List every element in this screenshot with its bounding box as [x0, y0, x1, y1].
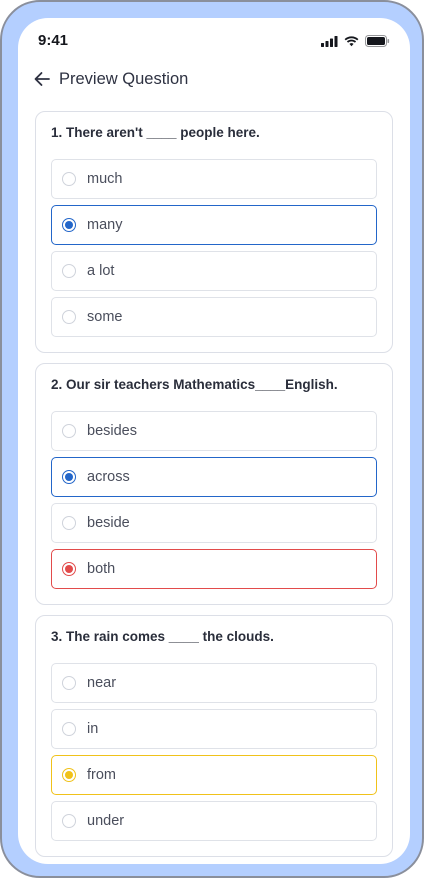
status-icons — [321, 35, 390, 47]
battery-icon — [365, 35, 390, 47]
radio-button-warning[interactable] — [62, 768, 76, 782]
option-label: near — [87, 675, 117, 691]
arrow-left-icon[interactable] — [32, 69, 52, 89]
option-besides[interactable]: besides — [51, 411, 377, 451]
option-label: much — [87, 171, 123, 187]
radio-dot — [65, 771, 73, 779]
radio-dot — [65, 221, 73, 229]
option-much[interactable]: much — [51, 159, 377, 199]
cellular-signal-icon — [321, 35, 338, 47]
option-label: beside — [87, 515, 130, 531]
radio-button[interactable] — [62, 310, 76, 324]
option-label: in — [87, 721, 99, 737]
question-card-3: 3. The rain comes ____ the clouds. near … — [35, 615, 393, 857]
radio-button[interactable] — [62, 424, 76, 438]
radio-button-selected[interactable] — [62, 218, 76, 232]
option-beside[interactable]: beside — [51, 503, 377, 543]
status-bar: 9:41 — [18, 18, 410, 64]
option-a-lot[interactable]: a lot — [51, 251, 377, 291]
option-label: many — [87, 217, 123, 233]
option-label: under — [87, 813, 125, 829]
radio-dot — [65, 565, 73, 573]
option-both[interactable]: both — [51, 549, 377, 589]
radio-button[interactable] — [62, 676, 76, 690]
radio-button[interactable] — [62, 172, 76, 186]
question-title: 2. Our sir teachers Mathematics____Engli… — [51, 377, 338, 392]
radio-button-wrong[interactable] — [62, 562, 76, 576]
radio-button[interactable] — [62, 516, 76, 530]
option-label: a lot — [87, 263, 115, 279]
wifi-icon — [344, 35, 359, 46]
option-from[interactable]: from — [51, 755, 377, 795]
radio-button[interactable] — [62, 722, 76, 736]
option-near[interactable]: near — [51, 663, 377, 703]
question-title: 1. There aren't ____ people here. — [51, 125, 260, 140]
question-title: 3. The rain comes ____ the clouds. — [51, 629, 274, 644]
option-label: across — [87, 469, 130, 485]
radio-button[interactable] — [62, 264, 76, 278]
option-in[interactable]: in — [51, 709, 377, 749]
option-label: both — [87, 561, 116, 577]
question-card-1: 1. There aren't ____ people here. much m… — [35, 111, 393, 353]
radio-button-selected[interactable] — [62, 470, 76, 484]
option-label: besides — [87, 423, 137, 439]
option-under[interactable]: under — [51, 801, 377, 841]
radio-button[interactable] — [62, 814, 76, 828]
option-some[interactable]: some — [51, 297, 377, 337]
option-label: some — [87, 309, 123, 325]
phone-frame: 9:41 Preview Question 1. There aren't __… — [0, 0, 424, 878]
option-label: from — [87, 767, 116, 783]
option-many[interactable]: many — [51, 205, 377, 245]
radio-dot — [65, 473, 73, 481]
option-across[interactable]: across — [51, 457, 377, 497]
question-card-2: 2. Our sir teachers Mathematics____Engli… — [35, 363, 393, 605]
phone-screen: 9:41 Preview Question 1. There aren't __… — [18, 18, 410, 864]
header: Preview Question — [18, 64, 410, 100]
status-time: 9:41 — [38, 32, 69, 49]
page-title: Preview Question — [59, 70, 189, 88]
